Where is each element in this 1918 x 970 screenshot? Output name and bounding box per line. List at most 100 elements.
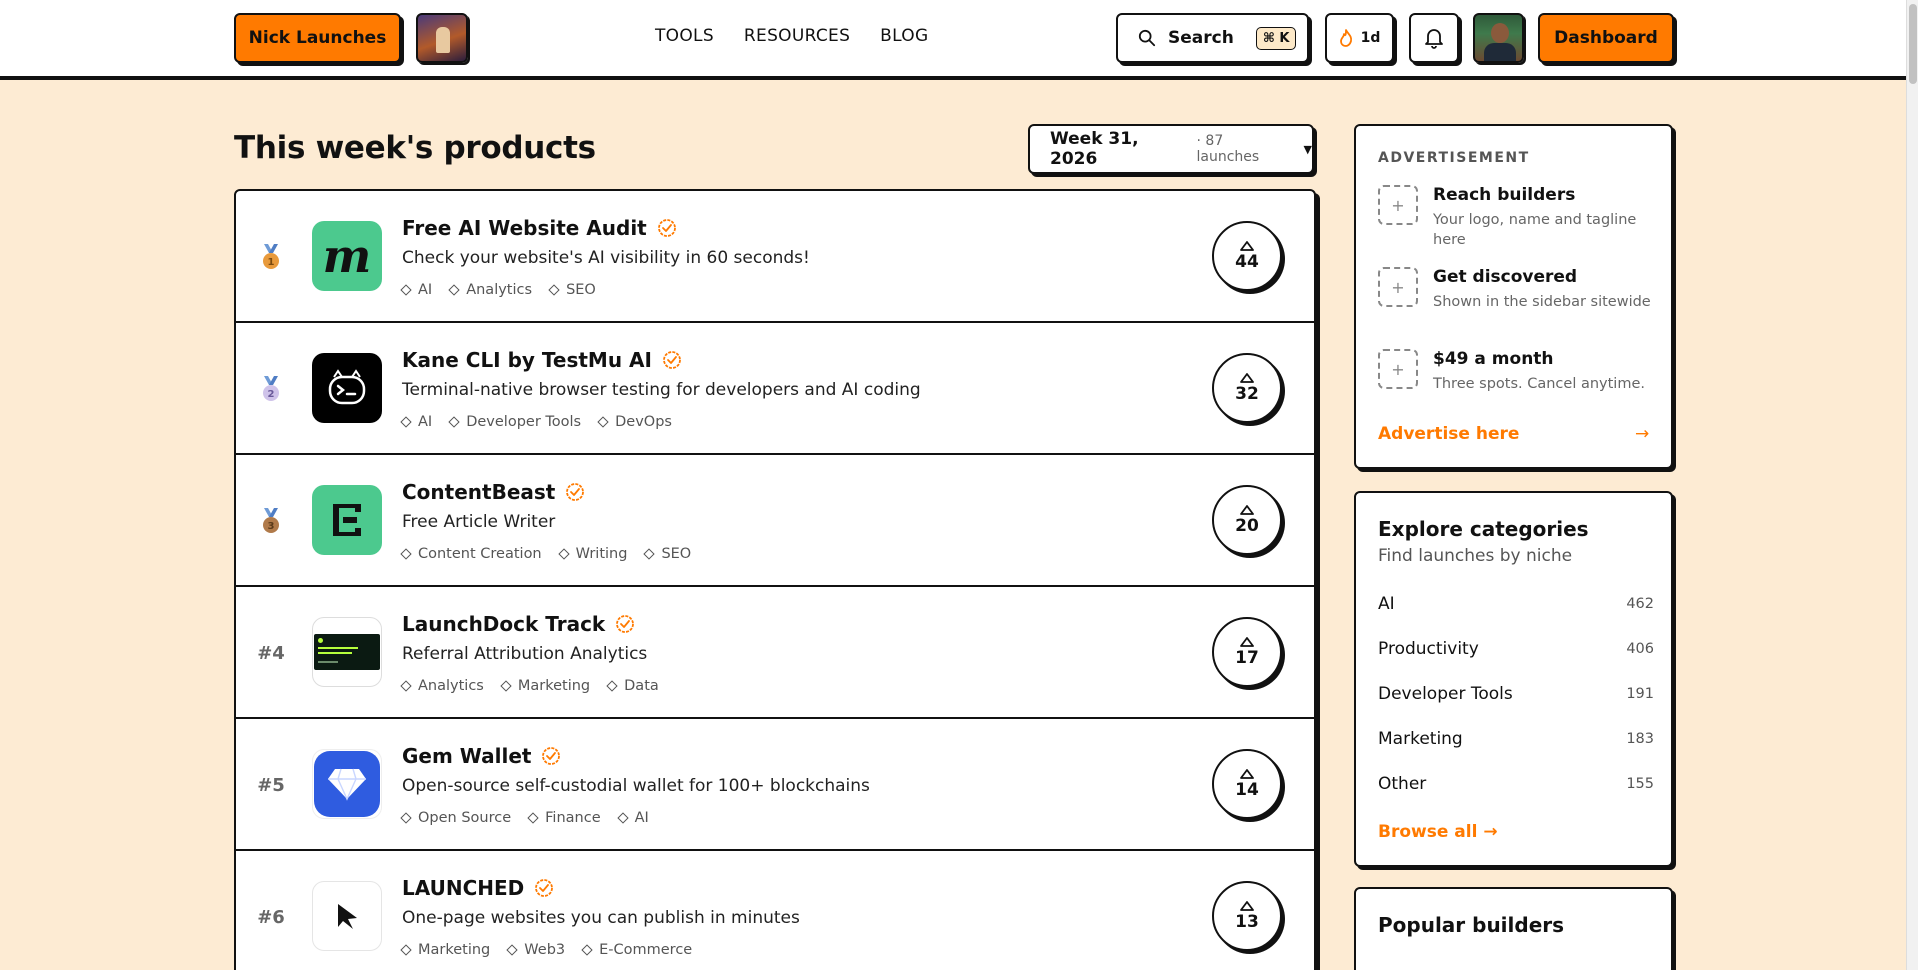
product-name[interactable]: Free AI Website Audit <box>402 216 647 240</box>
product-name[interactable]: ContentBeast <box>402 480 555 504</box>
search-button[interactable]: Search ⌘ K <box>1116 13 1309 63</box>
popular-builders-card: Popular builders <box>1354 887 1673 970</box>
nav-resources[interactable]: RESOURCES <box>744 26 850 46</box>
product-tags: Content Creation Writing SEO <box>400 546 691 562</box>
upvote-button[interactable]: 32 <box>1212 353 1282 423</box>
product-logo[interactable] <box>312 353 382 423</box>
upvote-arrow-icon <box>1240 900 1254 911</box>
verified-icon <box>663 351 681 369</box>
ad-slot-title: Get discovered <box>1433 267 1578 287</box>
notifications-button[interactable] <box>1409 13 1459 63</box>
tag[interactable]: Open Source <box>400 810 511 826</box>
user-avatar[interactable] <box>1473 13 1524 63</box>
upvote-arrow-icon <box>1240 504 1254 515</box>
product-tagline: Terminal-native browser testing for deve… <box>402 380 921 400</box>
upvote-button[interactable]: 20 <box>1212 485 1282 555</box>
category-item[interactable]: Other 155 <box>1378 774 1654 794</box>
product-logo[interactable] <box>312 881 382 951</box>
tag[interactable]: Content Creation <box>400 546 542 562</box>
ad-label: ADVERTISEMENT <box>1378 150 1530 166</box>
tag[interactable]: Analytics <box>448 282 532 298</box>
gold-medal-icon: 1 <box>236 191 306 323</box>
tag[interactable]: Marketing <box>400 942 490 958</box>
vote-count: 20 <box>1235 515 1259 536</box>
product-logo[interactable] <box>312 485 382 555</box>
product-name[interactable]: Gem Wallet <box>402 744 531 768</box>
product-logo[interactable] <box>312 617 382 687</box>
product-logo[interactable] <box>312 749 382 819</box>
verified-icon <box>566 483 585 501</box>
search-shortcut: ⌘ K <box>1255 26 1297 50</box>
tag[interactable]: DevOps <box>597 414 672 430</box>
rank-label: #5 <box>257 774 285 796</box>
svg-text:2: 2 <box>268 389 275 400</box>
dashboard-button[interactable]: Dashboard <box>1538 13 1674 63</box>
verified-icon <box>616 615 635 633</box>
brand-button[interactable]: Nick Launches <box>234 13 401 63</box>
upvote-button[interactable]: 44 <box>1212 221 1282 291</box>
upvote-arrow-icon <box>1240 240 1254 251</box>
upvote-arrow-icon <box>1240 636 1254 647</box>
ad-slot-sub: Three spots. Cancel anytime. <box>1433 376 1645 392</box>
product-row[interactable]: 1 m Free AI Website Audit Check your web… <box>236 191 1314 323</box>
product-row[interactable]: #6 LAUNCHED One-page websites you can pu… <box>236 851 1314 970</box>
product-name[interactable]: Kane CLI by TestMu AI <box>402 348 652 372</box>
tag[interactable]: SEO <box>643 546 691 562</box>
tag[interactable]: Web3 <box>506 942 565 958</box>
categories-card: Explore categories Find launches by nich… <box>1354 491 1673 867</box>
svg-text:1: 1 <box>268 257 275 268</box>
plus-icon: + <box>1378 349 1418 389</box>
product-tagline: Referral Attribution Analytics <box>402 644 648 664</box>
product-row[interactable]: #4 LaunchDock Track Referral Attribution… <box>236 587 1314 719</box>
tag[interactable]: E-Commerce <box>581 942 692 958</box>
product-row[interactable]: #5 Gem Wallet Open-source self-custodial… <box>236 719 1314 851</box>
advertisement-card: ADVERTISEMENT + Reach builders Your logo… <box>1354 124 1673 469</box>
tag[interactable]: AI <box>400 282 432 298</box>
product-list: 1 m Free AI Website Audit Check your web… <box>234 189 1316 970</box>
category-item[interactable]: AI 462 <box>1378 594 1654 614</box>
product-row[interactable]: 3 ContentBeast Free Article Writer Conte… <box>236 455 1314 587</box>
brand-avatar[interactable] <box>416 13 468 63</box>
search-icon <box>1138 29 1156 47</box>
week-selector[interactable]: Week 31, 2026 · 87 launches ▼ <box>1028 124 1314 174</box>
category-item[interactable]: Marketing 183 <box>1378 729 1654 749</box>
tag[interactable]: Writing <box>557 546 627 562</box>
product-row[interactable]: 2 Kane CLI by TestMu AI Terminal-native … <box>236 323 1314 455</box>
ad-slot-sub: Your logo, name and tagline here <box>1433 212 1637 248</box>
arrow-right-icon[interactable]: → <box>1635 424 1649 444</box>
tag[interactable]: AI <box>400 414 432 430</box>
upvote-button[interactable]: 17 <box>1212 617 1282 687</box>
tag[interactable]: Analytics <box>400 678 484 694</box>
nav-tools[interactable]: TOOLS <box>655 26 714 46</box>
advertise-link[interactable]: Advertise here <box>1378 424 1519 444</box>
product-name[interactable]: LAUNCHED <box>402 876 524 900</box>
product-tagline: One-page websites you can publish in min… <box>402 908 800 928</box>
chevron-down-icon: ▼ <box>1303 142 1312 156</box>
category-item[interactable]: Developer Tools 191 <box>1378 684 1654 704</box>
silver-medal-icon: 2 <box>236 323 306 455</box>
plus-icon: + <box>1378 185 1418 225</box>
tag[interactable]: Developer Tools <box>448 414 581 430</box>
tag[interactable]: Finance <box>527 810 601 826</box>
upvote-button[interactable]: 13 <box>1212 881 1282 951</box>
upvote-button[interactable]: 14 <box>1212 749 1282 819</box>
product-name[interactable]: LaunchDock Track <box>402 612 605 636</box>
upvote-arrow-icon <box>1240 768 1254 779</box>
plus-icon: + <box>1378 267 1418 307</box>
category-item[interactable]: Productivity 406 <box>1378 639 1654 659</box>
categories-title: Explore categories <box>1378 517 1589 541</box>
tag[interactable]: Marketing <box>500 678 590 694</box>
streak-button[interactable]: 1d <box>1325 13 1394 63</box>
verified-icon <box>657 219 676 237</box>
top-header: Nick Launches TOOLS RESOURCES BLOG Searc… <box>0 0 1906 80</box>
tag[interactable]: Data <box>606 678 659 694</box>
vote-count: 32 <box>1235 383 1259 404</box>
tag[interactable]: SEO <box>548 282 596 298</box>
tag[interactable]: AI <box>616 810 649 826</box>
browse-all-link[interactable]: Browse all → <box>1378 822 1498 842</box>
verified-icon <box>542 747 561 765</box>
nav-blog[interactable]: BLOG <box>880 26 928 46</box>
svg-text:3: 3 <box>268 521 275 532</box>
product-logo[interactable]: m <box>312 221 382 291</box>
page-scrollbar[interactable] <box>1906 0 1918 970</box>
